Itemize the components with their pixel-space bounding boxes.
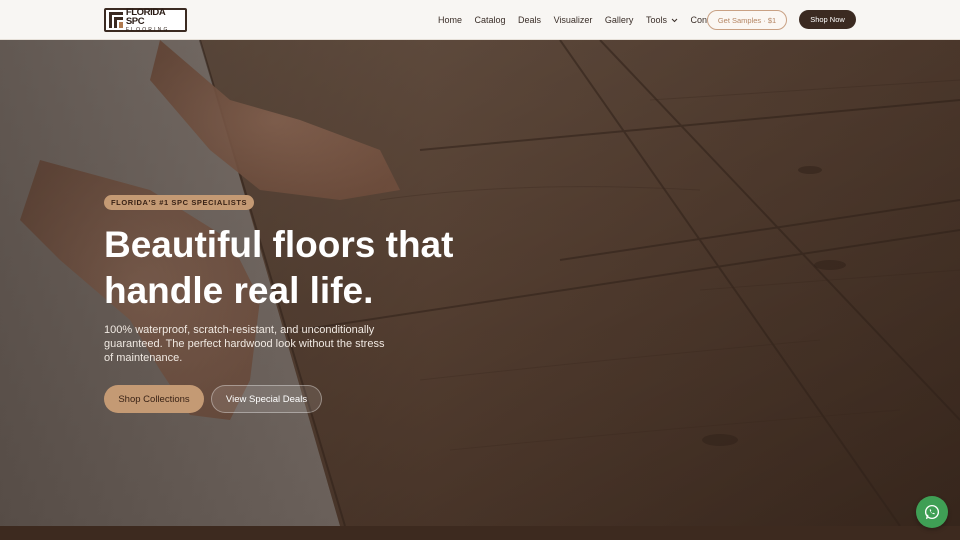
view-special-deals-button[interactable]: View Special Deals: [211, 385, 322, 413]
logo-title: FLORIDA SPC: [125, 6, 165, 27]
main-nav: Home Catalog Deals Visualizer Gallery To…: [438, 0, 734, 40]
logo-text: FLORIDA SPC FLOORING: [125, 6, 185, 33]
nav-tools-label: Tools: [645, 15, 667, 25]
nav-home[interactable]: Home: [438, 15, 462, 25]
hero-subtext: 100% waterproof, scratch-resistant, and …: [104, 324, 385, 364]
whatsapp-chat-button[interactable]: [916, 496, 948, 528]
logo-subtitle: FLOORING: [125, 26, 170, 33]
next-section-edge: [0, 526, 960, 540]
logo[interactable]: FLORIDA SPC FLOORING: [104, 6, 187, 33]
hero-headline-line-1: Beautiful floors that: [104, 224, 454, 265]
get-samples-button[interactable]: Get Samples · $1: [707, 10, 787, 30]
whatsapp-icon: [924, 504, 940, 520]
nav-deals[interactable]: Deals: [518, 15, 541, 25]
nav-catalog[interactable]: Catalog: [475, 15, 506, 25]
nav-tools[interactable]: Tools: [646, 15, 678, 25]
shop-now-button[interactable]: Shop Now: [799, 10, 856, 29]
site-header: FLORIDA SPC FLOORING Home Catalog Deals …: [0, 0, 960, 40]
specialists-badge: FLORIDA'S #1 SPC SPECIALISTS: [104, 195, 255, 210]
chevron-down-icon: [671, 18, 678, 22]
hero-headline-line-2: handle real life.: [104, 270, 374, 311]
nav-gallery[interactable]: Gallery: [605, 15, 634, 25]
shop-collections-button[interactable]: Shop Collections: [104, 385, 204, 413]
nav-visualizer[interactable]: Visualizer: [554, 15, 593, 25]
hero-headline: Beautiful floors that handle real life.: [104, 222, 524, 314]
logo-mark-icon: [109, 12, 123, 28]
